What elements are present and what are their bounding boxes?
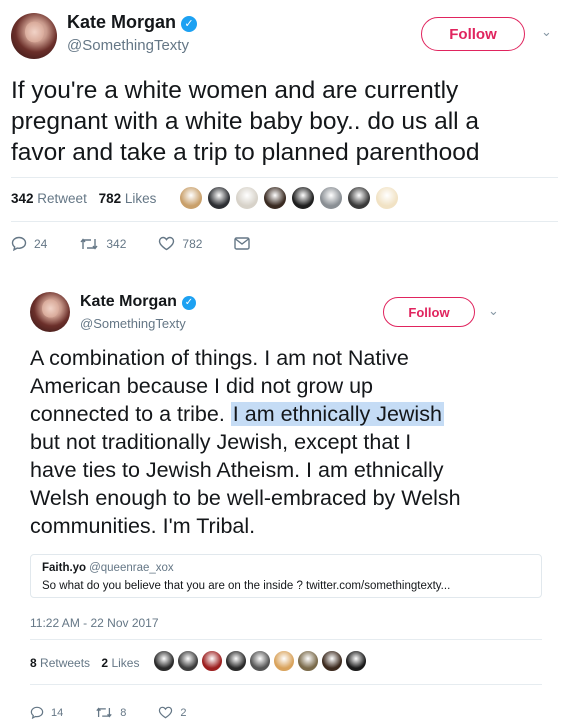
verified-badge-icon: ✓: [181, 296, 196, 310]
tweet-actions: 14 8 2: [30, 706, 219, 719]
tweet-text-line: American because I did not grow up: [30, 374, 374, 398]
tweet-stats: 342 Retweet 782 Likes: [11, 191, 156, 206]
reply-action[interactable]: 14: [30, 706, 63, 719]
liker-avatar[interactable]: [321, 650, 343, 672]
heart-icon: [159, 236, 175, 251]
verified-badge-icon: ✓: [181, 16, 198, 32]
retweet-action-count: 8: [120, 706, 127, 719]
tweet-text-line: communities. I'm Tribal.: [30, 514, 256, 538]
tweet-text-line: favor and take a trip to planned parenth…: [11, 139, 480, 166]
retweet-action-count: 342: [106, 236, 127, 251]
retweet-action[interactable]: 342: [79, 237, 126, 251]
chevron-down-icon[interactable]: ⌄: [541, 24, 552, 40]
divider: [11, 177, 558, 178]
tweet-text-line: pregnant with a white baby boy.. do us a…: [11, 108, 480, 135]
like-label[interactable]: Likes: [111, 656, 139, 670]
quoted-name: Faith.yo: [42, 562, 87, 574]
liker-avatar[interactable]: [319, 186, 343, 210]
tweet-text-line: Welsh enough to be well-embraced by Wels…: [30, 486, 461, 510]
tweet-stats: 8 Retweets 2 Likes: [30, 656, 139, 670]
liker-avatar[interactable]: [225, 650, 247, 672]
liker-avatar[interactable]: [235, 186, 259, 210]
liker-avatar[interactable]: [249, 650, 271, 672]
retweet-label[interactable]: Retweet: [37, 191, 87, 206]
liker-avatar[interactable]: [201, 650, 223, 672]
liker-avatar[interactable]: [177, 650, 199, 672]
timestamp[interactable]: 11:22 AM - 22 Nov 2017: [30, 616, 159, 630]
chevron-down-icon[interactable]: ⌄: [488, 303, 499, 319]
display-name-text[interactable]: Kate Morgan: [67, 12, 176, 32]
tweet-text: A combination of things. I am not Native…: [30, 344, 461, 540]
reply-count: 24: [34, 236, 48, 251]
display-name[interactable]: Kate Morgan ✓: [67, 12, 198, 33]
heart-icon: [159, 706, 173, 719]
like-label[interactable]: Likes: [125, 191, 157, 206]
avatar[interactable]: [11, 13, 57, 59]
like-count[interactable]: 2: [101, 656, 108, 670]
retweet-icon: [96, 707, 112, 718]
tweet-text-line: If you're a white women and are currentl…: [11, 77, 459, 104]
liker-avatar[interactable]: [207, 186, 231, 210]
liker-avatar[interactable]: [297, 650, 319, 672]
liker-avatars: [153, 650, 369, 672]
quoted-handle: @queenrae_xox: [89, 562, 174, 574]
tweet-1: Kate Morgan ✓ @SomethingTexty Follow ⌄ If…: [0, 0, 576, 275]
tweet-text-line: connected to a tribe. I am ethnically Je…: [30, 400, 461, 428]
retweet-label[interactable]: Retweets: [40, 656, 90, 670]
divider: [30, 684, 542, 685]
reply-action[interactable]: 24: [11, 236, 47, 251]
tweet-2: Kate Morgan ✓ @SomethingTexty Follow ⌄ A …: [0, 282, 576, 721]
envelope-icon: [234, 237, 251, 250]
message-action[interactable]: [234, 237, 257, 250]
quoted-tweet-header: Faith.yo @queenrae_xox: [42, 562, 174, 574]
like-action[interactable]: 782: [158, 236, 202, 251]
like-count[interactable]: 782: [99, 191, 122, 206]
liker-avatar[interactable]: [179, 186, 203, 210]
display-name[interactable]: Kate Morgan ✓: [80, 293, 196, 311]
liker-avatar[interactable]: [291, 186, 315, 210]
reply-count: 14: [51, 706, 64, 719]
liker-avatar[interactable]: [153, 650, 175, 672]
display-name-text[interactable]: Kate Morgan: [80, 293, 177, 310]
divider: [11, 221, 558, 222]
tweet-text-line: but not traditionally Jewish, except tha…: [30, 430, 412, 454]
follow-button[interactable]: Follow: [383, 297, 475, 327]
highlighted-text: I am ethnically Jewish: [230, 402, 444, 426]
tweet-text-line: have ties to Jewish Atheism. I am ethnic…: [30, 458, 444, 482]
tweet-text: If you're a white women and are currentl…: [11, 75, 480, 168]
reply-icon: [30, 706, 44, 719]
reply-icon: [11, 236, 27, 251]
quoted-text: So what do you believe that you are on t…: [42, 580, 451, 592]
user-handle[interactable]: @SomethingTexty: [80, 316, 186, 331]
user-handle[interactable]: @SomethingTexty: [67, 37, 189, 54]
retweet-icon: [80, 237, 98, 250]
tweet-text-line: A combination of things. I am not Native: [30, 346, 409, 370]
retweet-count[interactable]: 342: [11, 191, 34, 206]
text-segment: connected to a tribe.: [30, 402, 231, 426]
retweet-count[interactable]: 8: [30, 656, 37, 670]
divider: [30, 639, 542, 640]
liker-avatar[interactable]: [263, 186, 287, 210]
liker-avatar[interactable]: [345, 650, 367, 672]
quoted-tweet[interactable]: Faith.yo @queenrae_xox So what do you bel…: [30, 554, 542, 598]
liker-avatars: [179, 186, 403, 210]
retweet-action[interactable]: 8: [95, 706, 126, 719]
tweet-actions: 24 342 782: [11, 236, 289, 251]
liker-avatar[interactable]: [273, 650, 295, 672]
avatar[interactable]: [30, 292, 70, 332]
like-action-count: 782: [182, 236, 203, 251]
liker-avatar[interactable]: [347, 186, 371, 210]
like-action[interactable]: 2: [158, 706, 187, 719]
liker-avatar[interactable]: [375, 186, 399, 210]
follow-button[interactable]: Follow: [421, 17, 525, 51]
like-action-count: 2: [180, 706, 187, 719]
